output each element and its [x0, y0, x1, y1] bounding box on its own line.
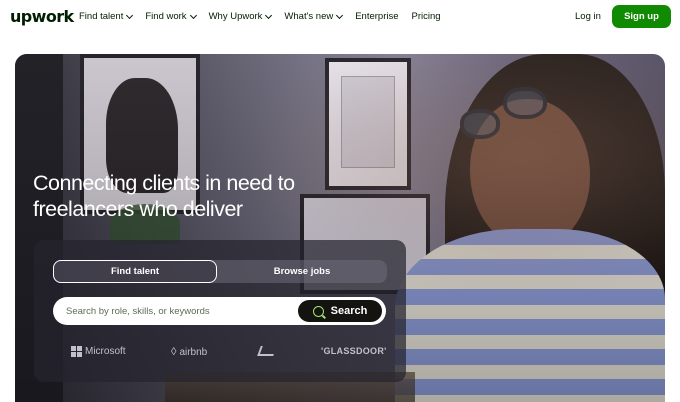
tab-browse-jobs[interactable]: Browse jobs [217, 260, 387, 283]
search-mode-tabs: Find talent Browse jobs [53, 260, 387, 283]
windows-icon [71, 346, 82, 357]
search-panel: Find talent Browse jobs Search Microsoft… [34, 240, 406, 382]
nav-pricing[interactable]: Pricing [412, 11, 441, 22]
search-button[interactable]: Search [298, 300, 382, 322]
tab-find-talent[interactable]: Find talent [53, 260, 217, 283]
search-bar: Search [53, 297, 386, 325]
trusted-by-logos: Microsoft ◊ airbnb 'GLASSDOOR' [71, 343, 386, 363]
bissell-logo [257, 346, 277, 356]
nav-links: Find talent Find work Why Upwork What's … [79, 11, 441, 22]
upwork-logo[interactable]: upwork [10, 7, 74, 26]
nav-enterprise[interactable]: Enterprise [355, 11, 398, 22]
chevron-down-icon [336, 11, 344, 19]
nav-whats-new[interactable]: What's new [284, 11, 344, 22]
airbnb-logo: ◊ airbnb [171, 346, 208, 358]
login-link[interactable]: Log in [575, 11, 601, 22]
chevron-down-icon [265, 11, 273, 19]
top-nav: upwork Find talent Find work Why Upwork … [0, 0, 680, 34]
nav-why-upwork[interactable]: Why Upwork [209, 11, 273, 22]
bird-icon [257, 346, 277, 356]
nav-find-talent[interactable]: Find talent [79, 11, 134, 22]
microsoft-logo: Microsoft [71, 346, 126, 357]
signup-button[interactable]: Sign up [612, 5, 671, 28]
glassdoor-logo: 'GLASSDOOR' [321, 346, 387, 356]
chevron-down-icon [126, 11, 134, 19]
airbnb-icon: ◊ [171, 346, 177, 358]
search-icon [312, 305, 324, 317]
search-input[interactable] [66, 303, 286, 319]
hero-headline: Connecting clients in need to freelancer… [33, 171, 295, 221]
chevron-down-icon [189, 11, 197, 19]
nav-find-work[interactable]: Find work [145, 11, 197, 22]
